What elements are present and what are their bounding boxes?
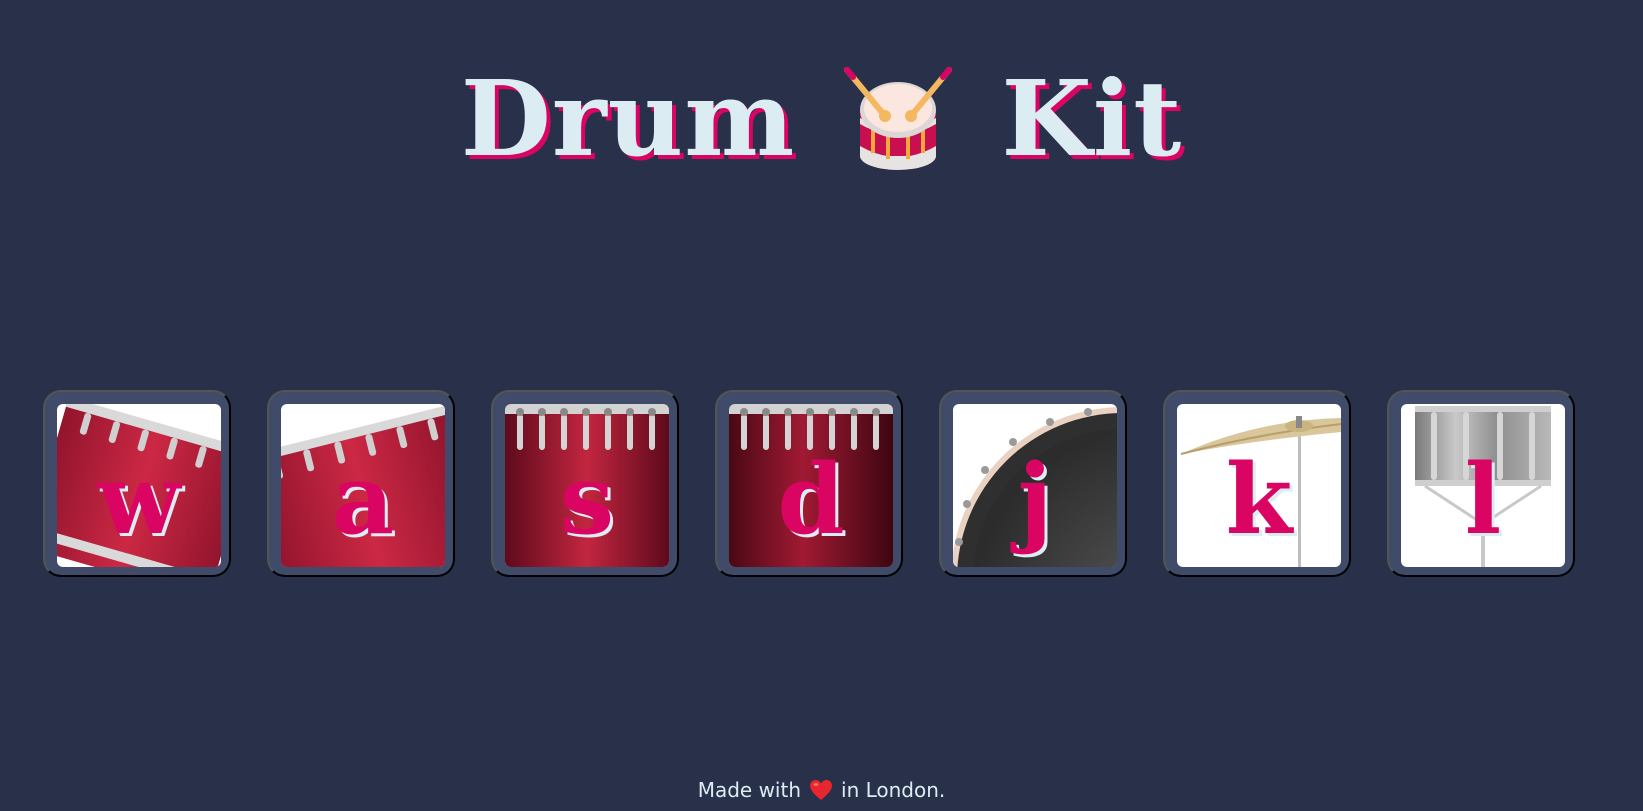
- drum-set: w a s d j k l: [43, 390, 1575, 577]
- drum-face: [57, 404, 221, 567]
- tom-4-icon: [729, 404, 893, 567]
- drum-pad-w[interactable]: w: [43, 390, 231, 577]
- page-title: Drum Kit: [0, 60, 1643, 178]
- drum-pad-l[interactable]: l: [1387, 390, 1575, 577]
- kick-bass-icon: [953, 407, 1117, 567]
- drum-pad-a[interactable]: a: [267, 390, 455, 577]
- tom-3-icon: [505, 404, 669, 567]
- drum-face: [729, 404, 893, 567]
- tom-1-icon: [57, 404, 221, 567]
- footer-text-before: Made with: [697, 778, 802, 802]
- heart-icon: [810, 780, 833, 800]
- drum-face: [1401, 404, 1565, 567]
- drum-face: [1177, 404, 1341, 567]
- drum-face: [505, 404, 669, 567]
- footer: Made with in London.: [0, 778, 1643, 802]
- tom-2-icon: [281, 406, 445, 567]
- footer-text-after: in London.: [841, 778, 946, 802]
- drum-pad-s[interactable]: s: [491, 390, 679, 577]
- drum-pad-d[interactable]: d: [715, 390, 903, 577]
- snare-icon: [1415, 406, 1551, 567]
- drum-face: [281, 404, 445, 567]
- drum-icon: [844, 67, 953, 170]
- page: Drum Kit w a s d j k l Made with in Lond…: [0, 0, 1643, 811]
- title-word-drum: Drum: [460, 57, 796, 180]
- drum-pad-k[interactable]: k: [1163, 390, 1351, 577]
- drum-face: [953, 404, 1117, 567]
- crash-cymbal-icon: [1180, 416, 1341, 567]
- drum-pad-j[interactable]: j: [939, 390, 1127, 577]
- title-word-kit: Kit: [1001, 57, 1183, 180]
